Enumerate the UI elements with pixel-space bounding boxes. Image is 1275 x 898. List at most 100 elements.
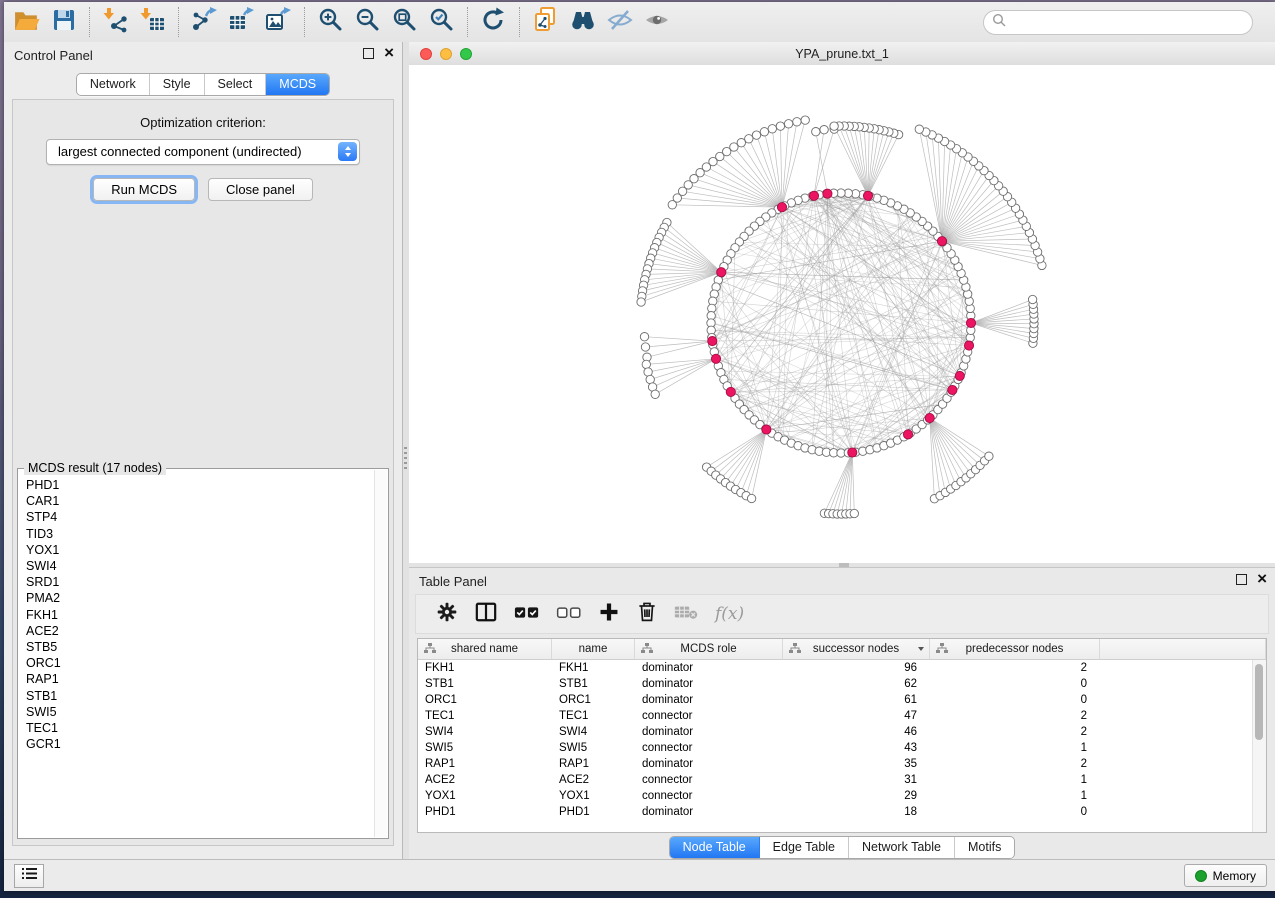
table-row[interactable]: ACE2ACE2connector311 bbox=[418, 772, 1266, 788]
toolbar-separator bbox=[519, 7, 520, 37]
mac-zoom-icon[interactable] bbox=[460, 48, 472, 60]
mcds-result-item[interactable]: SRD1 bbox=[26, 574, 374, 590]
mcds-result-item[interactable]: ORC1 bbox=[26, 655, 374, 671]
table-scrollbar-thumb[interactable] bbox=[1255, 664, 1263, 740]
mcds-result-item[interactable]: PMA2 bbox=[26, 590, 374, 606]
first-neighbors-button[interactable] bbox=[564, 5, 601, 39]
sitemap-icon bbox=[936, 643, 948, 657]
table-cell: 2 bbox=[930, 710, 1100, 722]
float-panel-icon[interactable] bbox=[363, 48, 374, 59]
memory-status-icon bbox=[1195, 870, 1207, 882]
column-header-shared-name[interactable]: shared name bbox=[418, 639, 552, 659]
show-all-button[interactable] bbox=[638, 5, 675, 39]
table-cell: 29 bbox=[783, 790, 930, 802]
mcds-result-list[interactable]: PHD1CAR1STP4TID3YOX1SWI4SRD1PMA2FKH1ACE2… bbox=[19, 470, 374, 837]
mcds-result-item[interactable]: CAR1 bbox=[26, 493, 374, 509]
export-network-button[interactable] bbox=[186, 5, 223, 39]
add-column-button[interactable] bbox=[598, 601, 620, 628]
mcds-tab-content: Optimization criterion: largest connecte… bbox=[12, 99, 394, 846]
open-file-button[interactable] bbox=[8, 5, 45, 39]
close-panel-icon[interactable]: × bbox=[1257, 572, 1267, 586]
mac-minimize-icon[interactable] bbox=[440, 48, 452, 60]
toolbar-separator bbox=[467, 7, 468, 37]
run-mcds-button[interactable]: Run MCDS bbox=[93, 178, 195, 201]
select-all-button[interactable] bbox=[514, 603, 540, 626]
gear-icon bbox=[436, 601, 458, 628]
mcds-result-item[interactable]: SWI4 bbox=[26, 558, 374, 574]
node-table-header: shared name name MCDS role successor nod… bbox=[418, 639, 1266, 660]
mcds-result-item[interactable]: STB1 bbox=[26, 688, 374, 704]
table-row[interactable]: TEC1TEC1connector472 bbox=[418, 708, 1266, 724]
mcds-result-item[interactable]: YOX1 bbox=[26, 542, 374, 558]
zoom-in-button[interactable] bbox=[312, 5, 349, 39]
mcds-result-item[interactable]: FKH1 bbox=[26, 607, 374, 623]
tab-edge-table[interactable]: Edge Table bbox=[760, 837, 849, 858]
tab-mcds[interactable]: MCDS bbox=[266, 74, 329, 95]
mcds-result-item[interactable]: TEC1 bbox=[26, 720, 374, 736]
table-row[interactable]: SWI4SWI4dominator462 bbox=[418, 724, 1266, 740]
table-cell: 96 bbox=[783, 662, 930, 674]
import-table-button[interactable] bbox=[134, 5, 171, 39]
show-panels-button[interactable] bbox=[14, 864, 44, 888]
import-network-button[interactable] bbox=[97, 5, 134, 39]
column-header-predecessor-nodes[interactable]: predecessor nodes bbox=[930, 639, 1100, 659]
refresh-view-button[interactable] bbox=[475, 5, 512, 39]
table-cell: connector bbox=[635, 790, 783, 802]
table-cell: RAP1 bbox=[418, 758, 552, 770]
tab-node-table[interactable]: Node Table bbox=[670, 837, 760, 858]
close-panel-icon[interactable]: × bbox=[384, 46, 394, 60]
mcds-result-item[interactable]: TID3 bbox=[26, 526, 374, 542]
table-cell: 2 bbox=[930, 726, 1100, 738]
table-row[interactable]: SWI5SWI5connector431 bbox=[418, 740, 1266, 756]
mcds-result-item[interactable]: PHD1 bbox=[26, 477, 374, 493]
close-panel-button[interactable]: Close panel bbox=[208, 178, 313, 201]
save-session-button[interactable] bbox=[45, 5, 82, 39]
table-scrollbar[interactable] bbox=[1252, 660, 1266, 832]
table-row[interactable]: RAP1RAP1dominator352 bbox=[418, 756, 1266, 772]
tab-network-table[interactable]: Network Table bbox=[849, 837, 955, 858]
criterion-select[interactable]: largest connected component (undirected) bbox=[46, 139, 360, 165]
table-row[interactable]: FKH1FKH1dominator962 bbox=[418, 660, 1266, 676]
search-input[interactable] bbox=[1011, 15, 1252, 31]
mcds-result-item[interactable]: STP4 bbox=[26, 509, 374, 525]
network-canvas[interactable] bbox=[409, 65, 1275, 563]
table-cell: 61 bbox=[783, 694, 930, 706]
export-table-button[interactable] bbox=[223, 5, 260, 39]
table-settings-button[interactable] bbox=[436, 601, 458, 628]
tab-style[interactable]: Style bbox=[150, 74, 205, 95]
open-folder-icon bbox=[13, 7, 40, 37]
float-panel-icon[interactable] bbox=[1236, 574, 1247, 585]
mcds-result-item[interactable]: GCR1 bbox=[26, 736, 374, 752]
mcds-result-item[interactable]: RAP1 bbox=[26, 671, 374, 687]
mac-close-icon[interactable] bbox=[420, 48, 432, 60]
memory-button[interactable]: Memory bbox=[1184, 864, 1267, 887]
hide-selected-button[interactable] bbox=[601, 5, 638, 39]
binoculars-icon bbox=[569, 6, 597, 38]
zoom-selected-button[interactable] bbox=[423, 5, 460, 39]
mcds-result-item[interactable]: STB5 bbox=[26, 639, 374, 655]
tab-motifs[interactable]: Motifs bbox=[955, 837, 1014, 858]
export-image-button[interactable] bbox=[260, 5, 297, 39]
table-row[interactable]: STB1STB1dominator620 bbox=[418, 676, 1266, 692]
table-panel: Table Panel × f(x) bbox=[409, 567, 1275, 860]
zoom-fit-button[interactable] bbox=[386, 5, 423, 39]
deselect-all-button[interactable] bbox=[556, 603, 582, 626]
zoom-out-button[interactable] bbox=[349, 5, 386, 39]
mcds-result-item[interactable]: ACE2 bbox=[26, 623, 374, 639]
mcds-result-item[interactable]: SWI5 bbox=[26, 704, 374, 720]
network-window-titlebar[interactable]: YPA_prune.txt_1 bbox=[409, 42, 1275, 66]
table-row[interactable]: YOX1YOX1connector291 bbox=[418, 788, 1266, 804]
search-box[interactable] bbox=[983, 10, 1253, 35]
column-header-successor-nodes[interactable]: successor nodes bbox=[783, 639, 930, 659]
mcds-list-scrollbar[interactable] bbox=[374, 470, 387, 837]
toolbar-separator bbox=[89, 7, 90, 37]
show-column-button[interactable] bbox=[474, 601, 498, 628]
column-header-name[interactable]: name bbox=[552, 639, 635, 659]
table-row[interactable]: PHD1PHD1dominator180 bbox=[418, 804, 1266, 820]
clone-network-button[interactable] bbox=[527, 5, 564, 39]
table-row[interactable]: ORC1ORC1dominator610 bbox=[418, 692, 1266, 708]
column-header-mcds-role[interactable]: MCDS role bbox=[635, 639, 783, 659]
tab-network[interactable]: Network bbox=[77, 74, 150, 95]
delete-column-button[interactable] bbox=[636, 600, 658, 628]
tab-select[interactable]: Select bbox=[205, 74, 267, 95]
